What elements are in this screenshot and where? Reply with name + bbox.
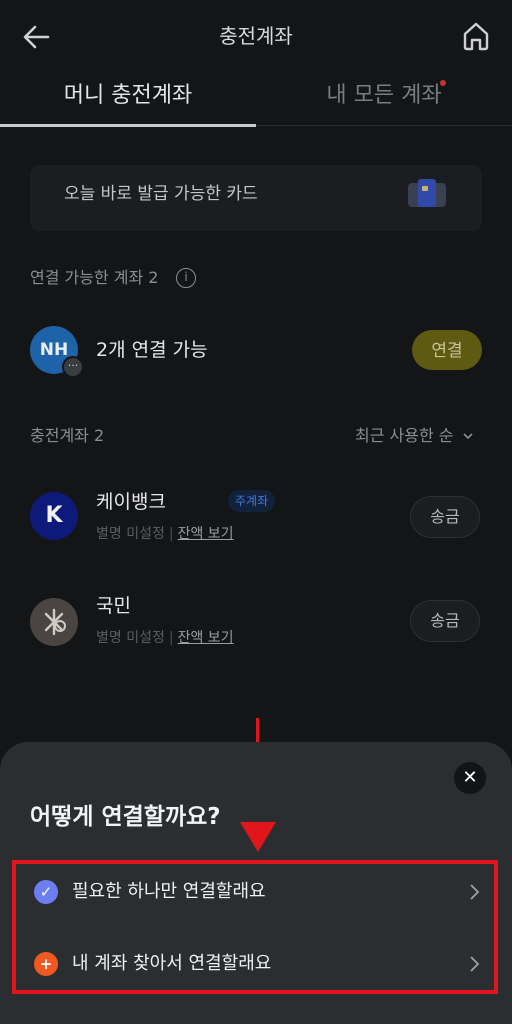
connectable-count-text: 2개 연결 가능 (96, 339, 208, 361)
home-button[interactable] (456, 16, 496, 56)
connectable-accounts-label: 연결 가능한 계좌 2 (30, 268, 159, 287)
send-money-button[interactable]: 송금 (410, 600, 480, 642)
tab-all-accounts[interactable]: 내 모든 계좌 (256, 76, 512, 120)
active-tab-underline (0, 124, 256, 127)
view-balance-link[interactable]: 잔액 보기 (178, 630, 234, 646)
sheet-title: 어떻게 연결할까요? (30, 804, 221, 830)
nickname-text: 별명 미설정 (96, 526, 165, 542)
tab-divider (256, 125, 512, 126)
card-icon (406, 178, 448, 210)
annotation-arrow-head (240, 822, 276, 852)
page-title: 충전계좌 (219, 24, 293, 48)
connect-button[interactable]: 연결 (412, 330, 482, 370)
info-icon[interactable]: i (176, 268, 196, 288)
kb-star-icon (44, 608, 66, 636)
kbank-logo: K (30, 492, 78, 540)
bank-name: 케이뱅크 (96, 491, 166, 513)
nickname-text: 별명 미설정 (96, 630, 165, 646)
account-sub-info: 별명 미설정 | 잔액 보기 (96, 628, 234, 648)
charge-accounts-label: 충전계좌 2 (30, 426, 105, 445)
more-icon: ··· (62, 356, 84, 378)
banner-text: 오늘 바로 발급 가능한 카드 (64, 184, 258, 204)
separator: | (168, 526, 174, 542)
notification-dot (440, 80, 446, 86)
chevron-down-icon (463, 433, 473, 440)
send-money-button[interactable]: 송금 (410, 496, 480, 538)
account-sub-info: 별명 미설정 | 잔액 보기 (96, 524, 234, 544)
main-account-badge: 주계좌 (228, 490, 276, 512)
close-button[interactable]: ✕ (454, 762, 486, 794)
home-icon (463, 22, 489, 51)
bank-name: 국민 (96, 595, 131, 617)
tab-money-charge-account[interactable]: 머니 충전계좌 (0, 76, 256, 120)
kb-bank-logo (30, 598, 78, 646)
annotation-highlight-box (12, 860, 498, 994)
sort-dropdown[interactable]: 최근 사용한 순 (355, 424, 474, 448)
sort-label: 최근 사용한 순 (355, 426, 454, 445)
view-balance-link[interactable]: 잔액 보기 (178, 526, 234, 542)
separator: | (168, 630, 174, 646)
